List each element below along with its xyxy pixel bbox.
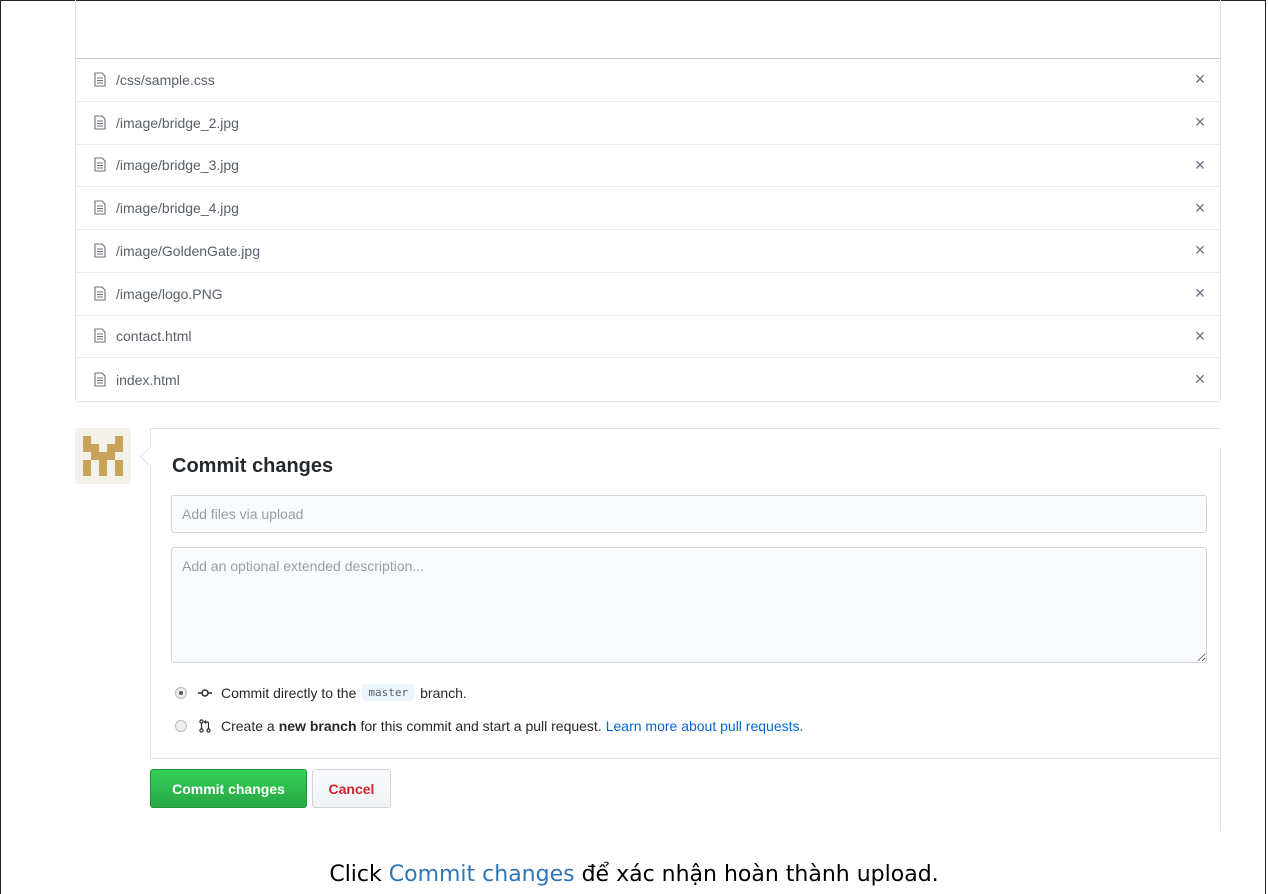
remove-file-icon[interactable]: × [1190,112,1210,133]
cancel-button[interactable]: Cancel [312,769,391,808]
file-icon [94,72,108,88]
file-icon [94,200,108,216]
file-name: /image/bridge_2.jpg [116,114,239,131]
commit-direct-suffix: branch. [420,684,467,701]
file-row: /image/logo.PNG × [76,273,1220,316]
file-row: contact.html × [76,316,1220,359]
file-row: /image/bridge_3.jpg × [76,145,1220,188]
file-name: /css/sample.css [116,71,215,88]
file-row: /image/GoldenGate.jpg × [76,230,1220,273]
file-icon [94,286,108,302]
git-pull-request-icon [197,719,213,733]
remove-file-icon[interactable]: × [1190,198,1210,219]
file-name: /image/bridge_4.jpg [116,200,239,217]
commit-direct-prefix: Commit directly to the [221,684,357,701]
caption-suffix: để xác nhận hoàn thành upload. [574,862,939,887]
new-branch-suffix: for this commit and start a pull request… [360,718,602,734]
pull-request-help-link[interactable]: Learn more about pull requests. [606,718,804,734]
file-icon [94,328,108,344]
commit-description-input[interactable] [171,547,1207,663]
remove-file-icon[interactable]: × [1190,155,1210,176]
remove-file-icon[interactable]: × [1190,369,1210,390]
remove-file-icon[interactable]: × [1190,326,1210,347]
commit-title: Commit changes [172,455,334,477]
new-branch-radio[interactable] [175,720,187,732]
file-icon [94,115,108,131]
new-branch-prefix: Create a [221,718,275,734]
file-row: index.html × [76,358,1220,401]
commit-summary-input[interactable] [171,495,1207,533]
remove-file-icon[interactable]: × [1190,283,1210,304]
commit-changes-button[interactable]: Commit changes [150,769,307,808]
commit-direct-option[interactable]: Commit directly to the master branch. [175,684,467,701]
caption-highlight: Commit changes [388,862,575,887]
file-name: contact.html [116,328,192,345]
file-name: /image/GoldenGate.jpg [116,242,260,259]
file-icon [94,157,108,173]
remove-file-icon[interactable]: × [1190,69,1210,90]
file-name: /image/bridge_3.jpg [116,157,239,174]
commit-direct-radio[interactable] [175,686,187,699]
file-icon [94,372,108,388]
new-branch-bold: new branch [278,718,357,734]
new-branch-option[interactable]: Create a new branch for this commit and … [175,718,803,734]
branch-name-badge: master [362,684,415,701]
commit-form: Commit changes Commit directly to the ma… [150,428,1221,759]
caption-prefix: Click [329,862,389,887]
file-name: index.html [116,371,180,388]
instruction-caption: Click Commit changes để xác nhận hoàn th… [0,862,1268,887]
file-row: /image/bridge_2.jpg × [76,102,1220,145]
file-icon [94,243,108,259]
file-list-header-area [75,0,1221,59]
divider [1220,448,1221,830]
remove-file-icon[interactable]: × [1190,240,1210,261]
git-commit-icon [197,688,213,698]
file-row: /image/bridge_4.jpg × [76,187,1220,230]
file-name: /image/logo.PNG [116,285,223,302]
avatar [75,428,131,484]
uploaded-file-list: /css/sample.css ×/image/bridge_2.jpg ×/ima… [75,58,1221,402]
file-row: /css/sample.css × [76,59,1220,102]
